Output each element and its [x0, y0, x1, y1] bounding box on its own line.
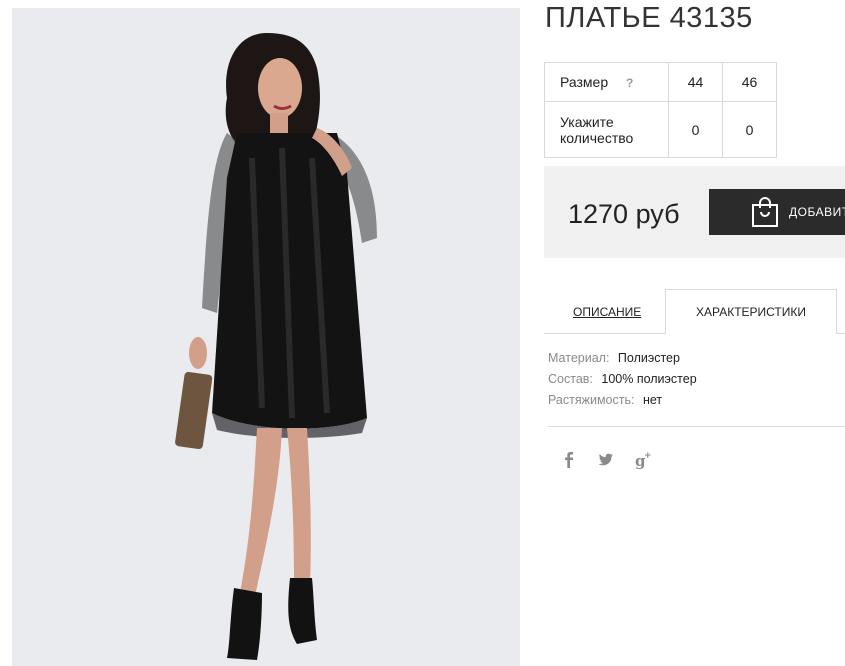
characteristic-key: Состав: [548, 372, 593, 386]
size-46[interactable]: 46 [722, 62, 777, 102]
shopping-bag-icon [752, 197, 778, 227]
svg-text:+: + [644, 451, 652, 461]
quantity-input-44[interactable]: 0 [668, 101, 723, 158]
quantity-input-46[interactable]: 0 [722, 101, 777, 158]
tab-divider-right [836, 333, 845, 334]
size-44[interactable]: 44 [668, 62, 723, 102]
characteristic-key: Материал: [548, 351, 610, 365]
characteristic-row: Состав: 100% полиэстер [548, 372, 697, 393]
product-tabs: ОПИСАНИЕ ХАРАКТЕРИСТИКИ [544, 289, 845, 334]
tab-characteristics[interactable]: ХАРАКТЕРИСТИКИ [665, 289, 837, 334]
characteristic-value: Полиэстер [617, 351, 680, 365]
model-in-black-dress-image [175, 33, 377, 660]
size-help-icon[interactable]: ? [626, 76, 633, 90]
price: 1270 руб [568, 199, 680, 229]
social-share: g + [560, 450, 652, 470]
product-title: ПЛАТЬЕ 43135 [545, 2, 753, 34]
quantity-row-label: Укажите количество [544, 101, 669, 158]
size-row-label: Размер ? [544, 62, 669, 102]
facebook-icon[interactable] [560, 450, 578, 470]
characteristic-value: нет [642, 393, 663, 407]
characteristic-row: Материал: Полиэстер [548, 351, 697, 372]
twitter-icon[interactable] [597, 450, 615, 470]
characteristic-key: Растяжимость: [548, 393, 635, 407]
characteristics-list: Материал: Полиэстер Состав: 100% полиэст… [548, 351, 697, 414]
tab-description[interactable]: ОПИСАНИЕ [573, 305, 641, 319]
characteristic-value: 100% полиэстер [601, 372, 697, 386]
add-to-cart-label: ДОБАВИТ [789, 205, 845, 219]
characteristic-row: Растяжимость: нет [548, 393, 697, 414]
tab-divider [544, 333, 665, 334]
product-photo[interactable] [12, 8, 520, 666]
price-bar: 1270 руб ДОБАВИТ [544, 166, 845, 258]
add-to-cart-button[interactable]: ДОБАВИТ [709, 189, 845, 235]
size-label: Размер [560, 74, 609, 90]
google-plus-icon[interactable]: g + [634, 450, 652, 470]
size-table: Размер ? 44 46 Укажите количество 0 0 [544, 62, 777, 158]
divider [548, 426, 845, 427]
